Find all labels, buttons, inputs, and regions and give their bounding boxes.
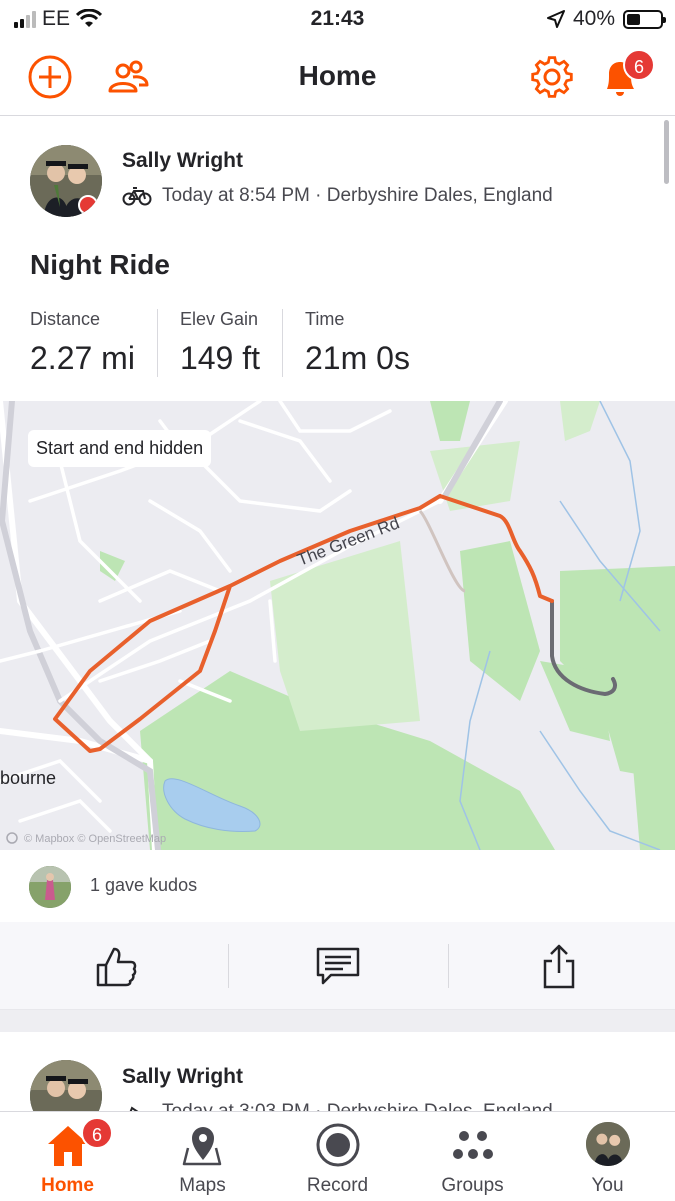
athlete-name[interactable]: Sally Wright	[122, 1065, 243, 1089]
status-bar: EE 21:43 40%	[0, 0, 675, 38]
notification-badge: 6	[623, 49, 655, 81]
athlete-avatar[interactable]	[30, 1060, 102, 1111]
place-label: bourne	[0, 768, 56, 788]
activity-datetime-location: Today at 3:03 PM · Derbyshire Dales, Eng…	[162, 1101, 553, 1111]
record-icon	[316, 1123, 360, 1167]
tab-record[interactable]: Record	[270, 1112, 405, 1201]
feed-scrollbar[interactable]	[664, 120, 669, 184]
stat-elevation: Elev Gain 149 ft	[180, 309, 283, 377]
top-nav-bar: Home 6	[0, 38, 675, 116]
map-canvas: The Green Rd bourne © Mapbox © OpenStree…	[0, 401, 675, 850]
tab-home[interactable]: 6 Home	[0, 1112, 135, 1201]
stat-label: Elev Gain	[179, 309, 258, 329]
stat-time: Time 21m 0s	[305, 309, 432, 377]
share-button[interactable]	[446, 922, 671, 1010]
kudos-row[interactable]: 1 gave kudos	[0, 850, 675, 922]
give-kudos-button[interactable]	[4, 922, 229, 1010]
kudos-text[interactable]: 1 gave kudos	[90, 875, 197, 896]
settings-button[interactable]	[529, 54, 575, 100]
athlete-name[interactable]: Sally Wright	[122, 149, 243, 173]
location-icon	[546, 10, 565, 28]
profile-avatar	[586, 1122, 630, 1166]
privacy-label: Start and end hidden	[28, 430, 212, 467]
notifications-button[interactable]: 6	[597, 49, 655, 100]
tab-maps[interactable]: Maps	[135, 1112, 270, 1201]
kudos-avatar[interactable]	[29, 866, 71, 908]
tab-groups[interactable]: Groups	[405, 1112, 540, 1201]
activity-card[interactable]: Sally Wright Today at 3:03 PM · Derbyshi…	[0, 1032, 675, 1111]
stat-label: Distance	[30, 309, 101, 329]
tab-label: Maps	[179, 1175, 226, 1196]
share-icon	[543, 944, 574, 989]
activity-stats: Distance 2.27 mi Elev Gain 149 ft Time 2…	[30, 309, 454, 377]
bottom-tab-bar: 6 Home Maps Record Groups You	[0, 1111, 675, 1200]
tab-you[interactable]: You	[540, 1112, 675, 1201]
tab-label: Home	[41, 1175, 94, 1196]
card-separator	[0, 1010, 675, 1032]
comment-button[interactable]	[225, 922, 450, 1010]
activity-datetime-location: Today at 8:54 PM · Derbyshire Dales, Eng…	[162, 185, 553, 206]
stat-distance: Distance 2.27 mi	[30, 309, 158, 377]
gear-icon	[531, 56, 573, 98]
stat-value: 149 ft	[179, 340, 260, 376]
map-attribution: © Mapbox © OpenStreetMap	[24, 833, 166, 845]
activity-feed[interactable]: Sally Wright Today at 8:54 PM · Derbyshi…	[0, 117, 675, 1111]
stat-label: Time	[305, 309, 345, 329]
stat-value: 2.27 mi	[30, 340, 135, 376]
tab-label: Record	[306, 1175, 369, 1196]
athlete-avatar[interactable]	[30, 145, 102, 217]
activity-actions	[0, 922, 675, 1010]
bike-icon	[122, 187, 152, 206]
battery-percent: 40%	[572, 7, 615, 30]
tab-label: Groups	[441, 1175, 504, 1196]
activity-card[interactable]: Sally Wright Today at 8:54 PM · Derbyshi…	[0, 117, 675, 1032]
route-map[interactable]: The Green Rd bourne © Mapbox © OpenStree…	[0, 401, 675, 850]
stat-value: 21m 0s	[305, 340, 410, 376]
battery-fill	[627, 13, 640, 25]
map-pin-icon	[182, 1127, 222, 1166]
activity-title[interactable]: Night Ride	[30, 249, 170, 281]
tab-label: You	[591, 1175, 624, 1196]
activity-meta: Today at 8:54 PM · Derbyshire Dales, Eng…	[122, 185, 553, 207]
activity-meta: Today at 3:03 PM · Derbyshire Dales, Eng…	[122, 1101, 553, 1111]
comment-icon	[316, 947, 359, 985]
groups-icon	[453, 1131, 493, 1159]
walk-icon	[129, 1106, 139, 1111]
home-badge: 6	[81, 1117, 113, 1149]
battery-icon	[623, 9, 666, 29]
thumbs-up-icon	[96, 947, 136, 987]
